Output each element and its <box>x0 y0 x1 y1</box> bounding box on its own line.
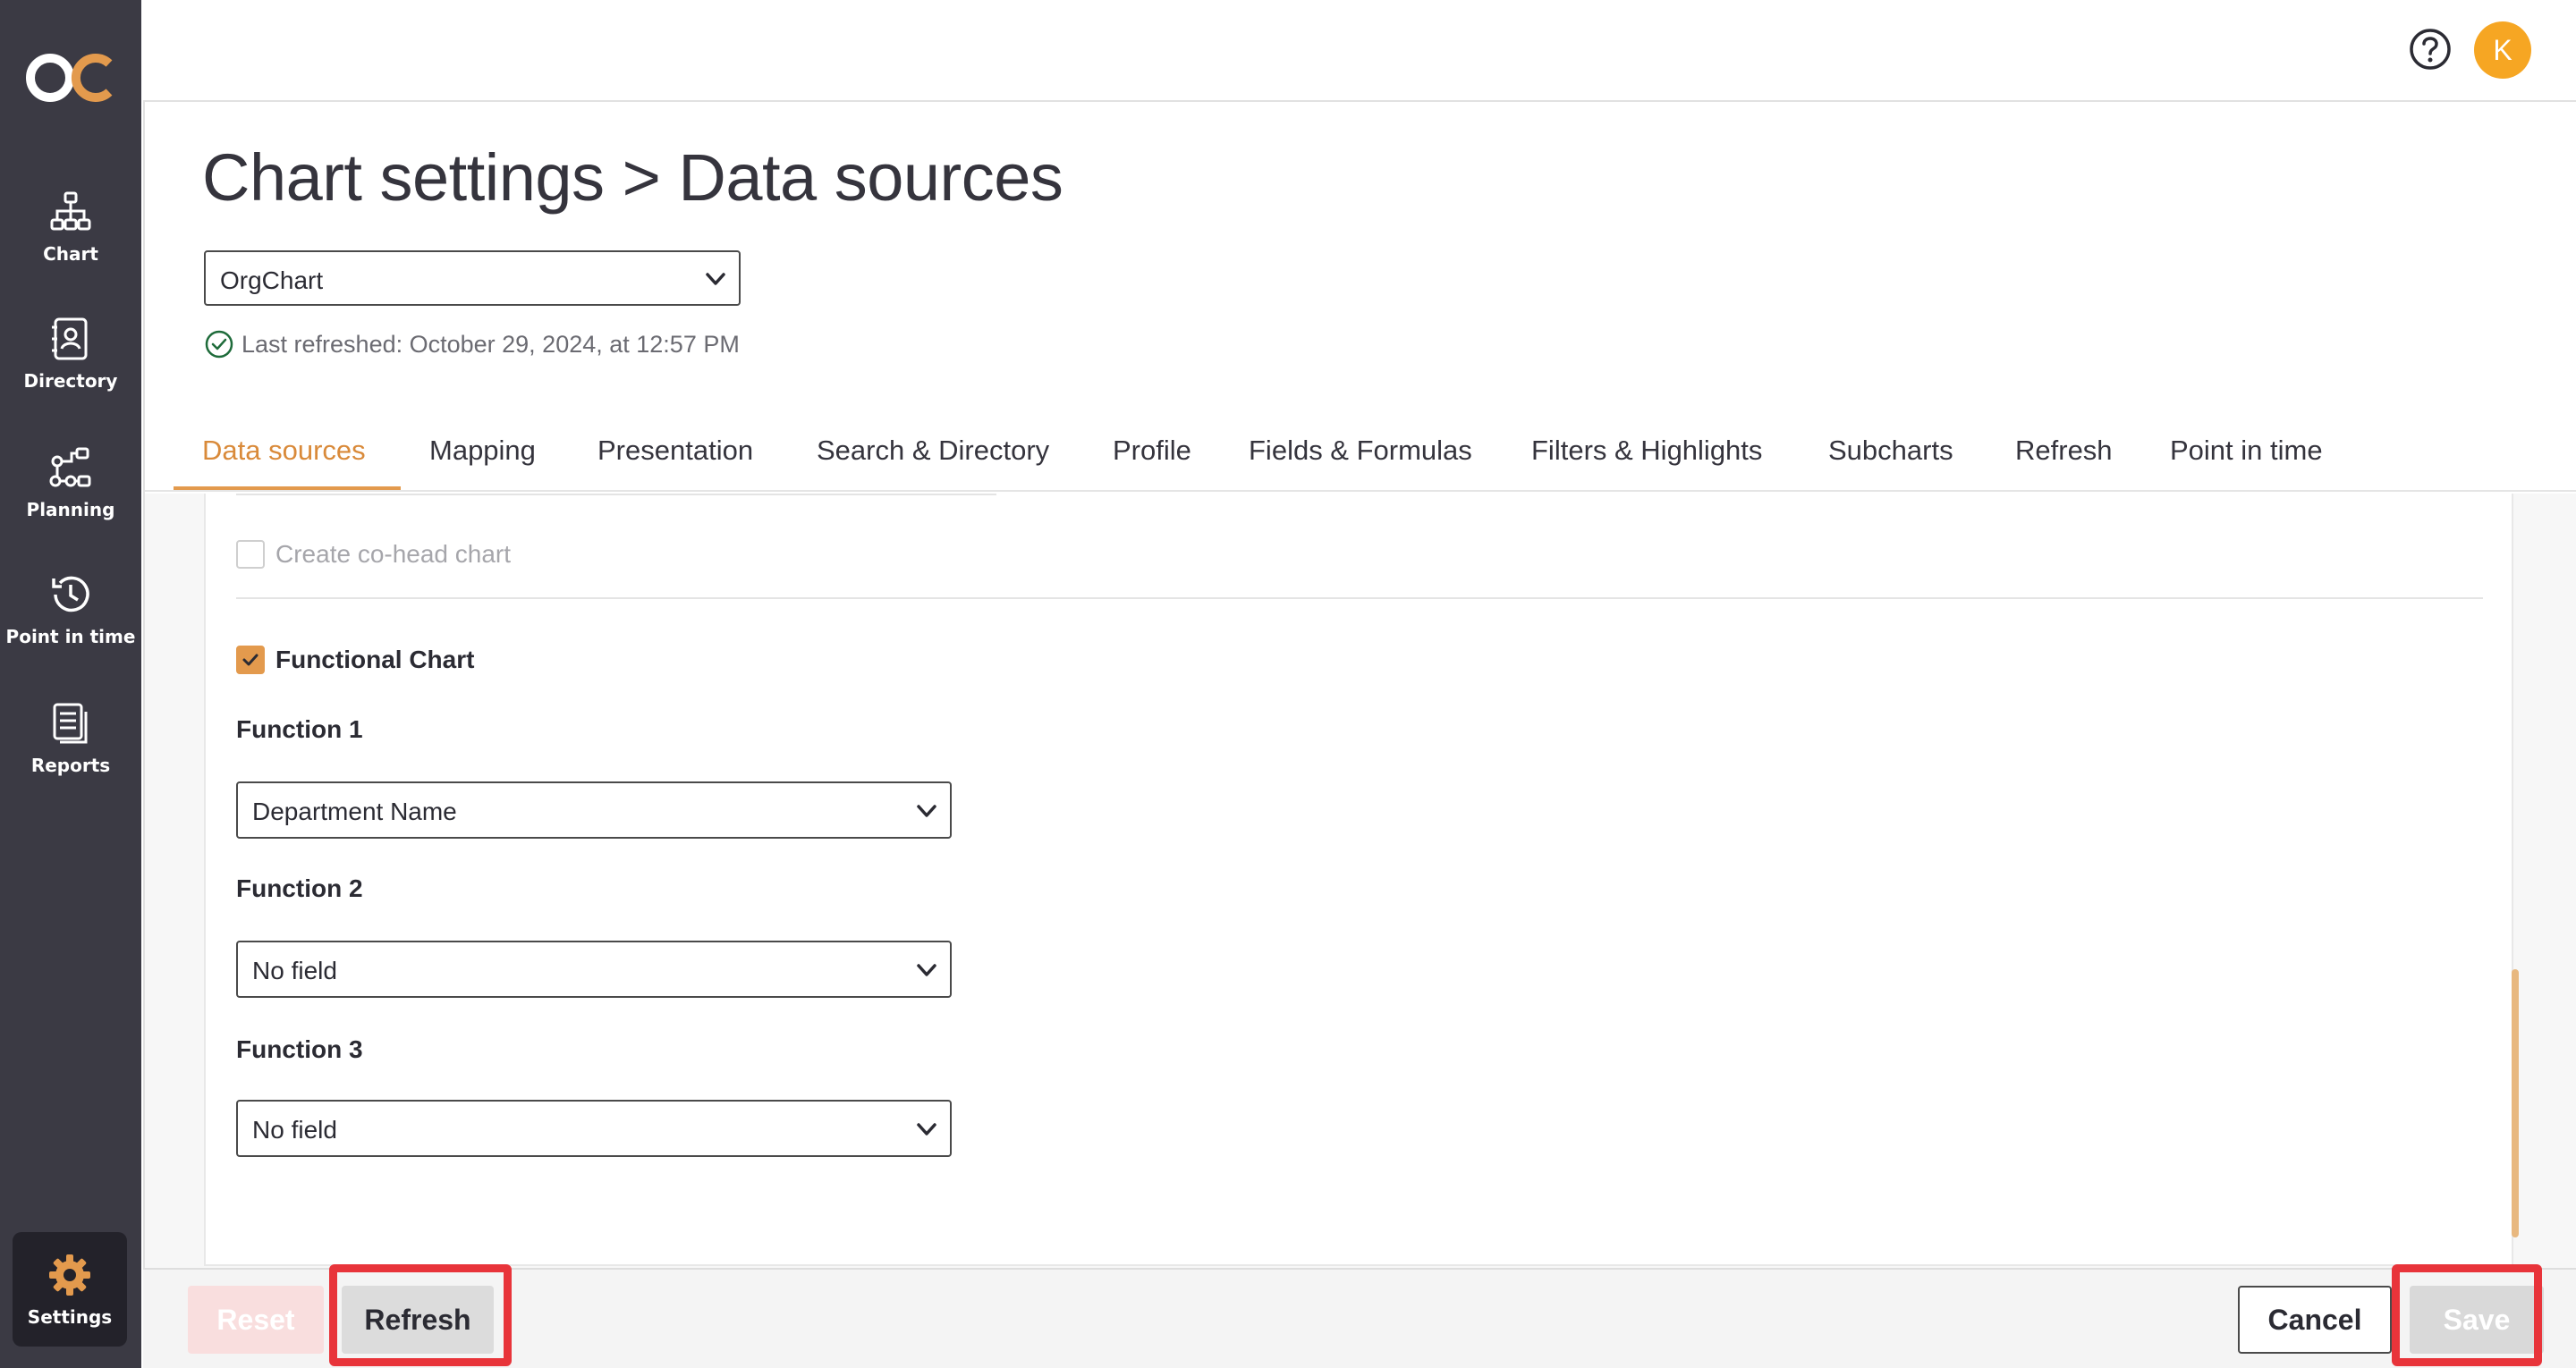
check-circle-icon <box>205 330 233 359</box>
co-head-option[interactable]: Create co-head chart <box>236 540 511 569</box>
sidebar-item-chart[interactable]: Chart <box>0 188 141 295</box>
settings-tabs: Data sources Mapping Presentation Search… <box>145 424 2576 492</box>
report-pages-icon <box>53 703 88 744</box>
co-head-checkbox[interactable] <box>236 540 265 569</box>
contact-book-icon <box>52 317 88 360</box>
chevron-down-icon <box>706 273 725 285</box>
sidebar-item-label: Settings <box>27 1306 113 1328</box>
help-question-icon[interactable] <box>2408 27 2453 72</box>
sidebar-item-label: Point in time <box>5 626 136 647</box>
planning-flow-icon <box>49 447 91 487</box>
tab-point-in-time[interactable]: Point in time <box>2170 435 2323 467</box>
settings-content: Create co-head chart Functional Chart Fu… <box>145 494 2576 1270</box>
app-logo[interactable] <box>23 46 116 109</box>
active-tab-indicator <box>174 486 401 490</box>
chart-select-value: OrgChart <box>220 266 324 294</box>
divider <box>236 597 2483 599</box>
save-button[interactable]: Save <box>2410 1286 2544 1354</box>
sidebar-item-label: Chart <box>43 243 98 265</box>
sidebar-item-settings[interactable]: Settings <box>13 1232 127 1347</box>
function-2-value: No field <box>252 957 337 984</box>
sidebar-item-label: Directory <box>23 370 118 392</box>
sidebar-item-planning[interactable]: Planning <box>0 443 141 551</box>
tab-data-sources[interactable]: Data sources <box>202 435 366 467</box>
sidebar-item-label: Planning <box>26 499 115 520</box>
function-3-label: Function 3 <box>236 1035 363 1063</box>
user-avatar[interactable]: K <box>2474 21 2531 79</box>
settings-panel: Chart settings > Data sources OrgChart L… <box>143 100 2576 1368</box>
check-icon <box>242 654 258 666</box>
tab-filters-highlights[interactable]: Filters & Highlights <box>1531 435 1762 467</box>
sidebar-item-directory[interactable]: Directory <box>0 315 141 422</box>
action-footer: Reset Refresh Cancel Save <box>143 1268 2576 1368</box>
sidebar: Chart Directory Planning Point in time R… <box>0 0 141 1368</box>
tab-mapping[interactable]: Mapping <box>429 435 536 467</box>
tab-search-directory[interactable]: Search & Directory <box>817 435 1049 467</box>
chevron-down-icon <box>917 964 936 976</box>
function-1-value: Department Name <box>252 798 457 825</box>
tab-profile[interactable]: Profile <box>1113 435 1191 467</box>
function-2-label: Function 2 <box>236 874 363 902</box>
tab-presentation[interactable]: Presentation <box>597 435 753 467</box>
co-head-label: Create co-head chart <box>275 540 512 568</box>
divider <box>236 494 996 495</box>
functional-chart-option[interactable]: Functional Chart <box>236 646 474 674</box>
history-clock-icon <box>52 576 89 612</box>
reset-button[interactable]: Reset <box>188 1286 324 1354</box>
page-title: Chart settings > Data sources <box>202 140 1063 215</box>
chevron-down-icon <box>917 805 936 817</box>
tab-refresh[interactable]: Refresh <box>2015 435 2113 467</box>
function-2-select[interactable]: No field <box>236 941 952 998</box>
chart-select[interactable]: OrgChart <box>204 250 741 306</box>
sidebar-item-reports[interactable]: Reports <box>0 699 141 806</box>
function-1-select[interactable]: Department Name <box>236 781 952 839</box>
refresh-button[interactable]: Refresh <box>342 1286 494 1354</box>
gear-icon <box>49 1254 90 1296</box>
tab-fields-formulas[interactable]: Fields & Formulas <box>1249 435 1472 467</box>
tab-subcharts[interactable]: Subcharts <box>1828 435 1953 467</box>
function-3-value: No field <box>252 1116 337 1144</box>
function-1-label: Function 1 <box>236 715 363 743</box>
last-refreshed-text: Last refreshed: October 29, 2024, at 12:… <box>242 330 740 358</box>
last-refreshed-status: Last refreshed: October 29, 2024, at 12:… <box>204 329 740 359</box>
cancel-button[interactable]: Cancel <box>2238 1286 2392 1354</box>
sidebar-item-label: Reports <box>30 755 111 776</box>
scrollbar-thumb[interactable] <box>2512 969 2519 1237</box>
org-chart-icon <box>50 191 91 231</box>
chevron-down-icon <box>917 1123 936 1136</box>
sidebar-item-point-in-time[interactable]: Point in time <box>0 570 141 678</box>
functional-chart-checkbox[interactable] <box>236 646 265 674</box>
function-3-select[interactable]: No field <box>236 1100 952 1157</box>
data-source-card: Create co-head chart Functional Chart Fu… <box>204 494 2513 1266</box>
functional-chart-label: Functional Chart <box>275 646 475 673</box>
